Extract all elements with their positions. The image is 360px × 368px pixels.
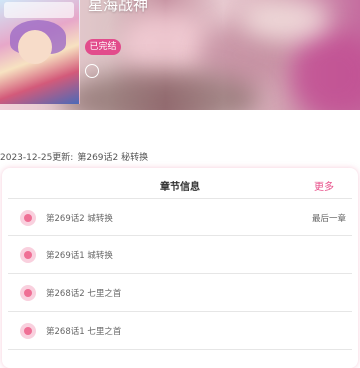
card-title: 章节信息 [160, 182, 200, 193]
cover-title-art [4, 2, 74, 18]
update-date: 2023-12-25更新: [0, 153, 74, 163]
chapter-info-card: 章节信息 更多 第269话2 城转换 最后一章 第269话1 城转换 第268话… [2, 168, 358, 368]
background-blur [240, 0, 330, 40]
background-blur [290, 30, 360, 110]
hero-banner: 星海战神 已完结 [0, 0, 360, 110]
chapter-name: 第269话2 城转换 [46, 214, 113, 224]
pink-dot-icon [20, 210, 36, 226]
card-header: 章节信息 更多 [2, 168, 358, 202]
pink-dot-icon [20, 323, 36, 339]
manga-cover-image[interactable] [0, 0, 80, 104]
circle-outline-icon[interactable] [85, 64, 99, 78]
chapter-name: 第268话2 七里之首 [46, 289, 122, 299]
chapter-row[interactable]: 第269话2 城转换 最后一章 [8, 198, 352, 236]
pink-dot-icon [20, 247, 36, 263]
latest-chapter-tag: 最后一章 [311, 214, 346, 224]
chapter-row[interactable]: 第268话2 七里之首 [8, 274, 352, 312]
chapter-row[interactable]: 第269话1 城转换 [8, 236, 352, 274]
cover-character-face [18, 30, 52, 64]
more-link[interactable]: 更多 [314, 178, 334, 193]
chapter-name: 第269话1 城转换 [46, 251, 113, 261]
status-badge: 已完结 [85, 39, 121, 55]
chapter-list: 第269话2 城转换 最后一章 第269话1 城转换 第268话2 七里之首 第… [2, 198, 358, 350]
chapter-name: 第268话1 七里之首 [46, 327, 122, 337]
latest-chapter-text[interactable]: 第269话2 秘转换 [77, 153, 148, 163]
manga-title: 星海战神 [88, 0, 149, 14]
pink-dot-icon [20, 285, 36, 301]
chapter-row[interactable]: 第268话1 七里之首 [8, 312, 352, 350]
update-info: 2023-12-25更新: 第269话2 秘转换 [0, 150, 152, 163]
